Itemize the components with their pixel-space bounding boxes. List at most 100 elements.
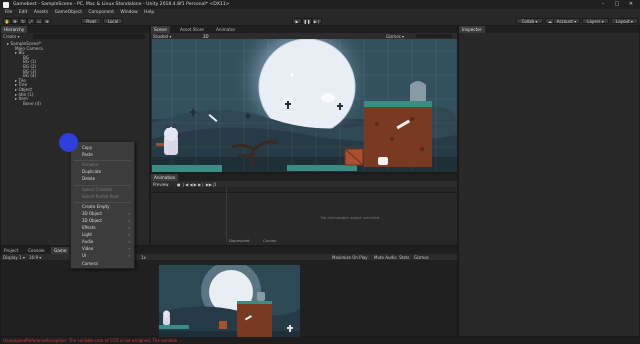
context-menu-item[interactable]: 2D Object [82,218,102,223]
context-menu: Copy Paste Rename Duplicate Delete Select Chi… [70,141,135,269]
play-button[interactable]: ▶ [292,17,302,24]
error-message[interactable]: UnassignedReferenceException: The variab… [3,338,182,343]
menu-help[interactable]: Help [144,9,154,16]
mouse-cursor-highlight [59,133,78,152]
tab-scene[interactable]: Scene [151,26,170,33]
aspect-dropdown[interactable]: 16:9 ▾ [29,255,41,260]
game-viewport[interactable] [159,265,300,338]
preview-toggle[interactable]: Preview [153,182,169,187]
tab-game[interactable]: Game [51,247,70,254]
gizmos-label: Gizmos [386,33,401,39]
mute-audio-toggle[interactable]: Mute Audio [374,255,397,260]
maximize-button[interactable]: □ [610,1,624,7]
game-panel: Project Console Game Display 1 ▾ 16:9 ▾ … [0,246,458,338]
layout-dropdown[interactable]: Layout ▾ [611,17,638,24]
submenu-arrow-icon: › [128,217,130,223]
display-dropdown[interactable]: Display 1 ▾ [3,255,25,260]
context-menu-item[interactable]: Create Empty [82,204,109,209]
context-menu-item[interactable]: Duplicate [82,169,101,174]
tab-project[interactable]: Project [1,247,21,254]
game-dirt-block [237,303,272,338]
scene-panel: Scene Asset Store Animator Shaded ▾ 2D G… [150,25,458,173]
tab-console[interactable]: Console [25,247,48,254]
2d-toggle[interactable]: 2D [203,34,209,39]
create-label: Create [3,34,17,39]
context-menu-item: Select Children [82,186,113,192]
tab-dopesheet[interactable]: Dopesheet [229,238,250,243]
game-player-character [163,310,170,325]
tab-curves[interactable]: Curves [263,238,276,243]
pause-button[interactable]: ❚❚ [302,17,312,24]
context-menu-item[interactable]: 3D Object [82,211,102,216]
animation-panel: Animation Preview ● ❘◀ ◀ ▶ ▶❘ ▶▶❘ 1 No a… [150,173,458,246]
hierarchy-item-label: Bone (4) [23,100,41,106]
context-menu-item[interactable]: Audio [82,239,93,244]
local-toggle[interactable]: Local [103,17,123,24]
menu-assets[interactable]: Assets [34,9,48,16]
context-menu-item[interactable]: Paste [82,152,93,157]
menu-file[interactable]: File [5,9,12,16]
hierarchy-tab-label: Hierarchy [4,27,25,32]
tab-animation[interactable]: Animation [151,174,179,181]
scale-tool-button[interactable]: ⤢ [27,17,35,24]
menu-gameobject[interactable]: GameObject [55,9,82,16]
transform-tool-button[interactable]: ⊕ [43,17,51,24]
tab-inspector[interactable]: Inspector [459,26,485,33]
rotate-tool-button[interactable]: ↻ [19,17,27,24]
scale-value[interactable]: 1x [141,255,146,260]
scene-viewport[interactable] [152,39,457,172]
aspect-label: 16:9 [29,254,38,260]
samples-field[interactable]: 1 [214,182,217,187]
tab-hierarchy[interactable]: Hierarchy [1,26,28,33]
stats-toggle[interactable]: Stats [399,255,409,260]
menu-window[interactable]: Window [120,9,137,16]
context-menu-item: Select Prefab Root [82,193,119,199]
menu-component[interactable]: Component [88,9,114,16]
hierarchy-item[interactable]: Bone (4) [23,101,41,106]
scene-tab-label: Scene [154,27,167,32]
layers-dropdown[interactable]: Layers ▾ [582,17,609,24]
gizmos-toggle[interactable]: Gizmos [414,255,429,260]
skull [378,157,388,165]
ground-platform-right [287,165,357,171]
context-menu-item[interactable]: Copy [82,145,92,150]
menu-bar: File Edit Assets GameObject Component Wi… [0,9,640,16]
display-label: Display 1 [3,254,22,260]
context-menu-item[interactable]: Delete [82,176,95,181]
gizmos-dropdown[interactable]: Gizmos ▾ [386,34,404,39]
create-dropdown[interactable]: Create ▾ [3,34,20,39]
hand-tool-button[interactable]: ✋ [3,17,11,24]
console-tab-label: Console [28,248,45,253]
project-tab-label: Project [4,248,19,253]
context-menu-item[interactable]: Effects [82,225,96,230]
maximize-on-play-toggle[interactable]: Maximize On Play [332,255,368,260]
context-menu-item[interactable]: Light [82,232,92,237]
pivot-toggle[interactable]: Pivot [81,17,101,24]
submenu-arrow-icon: › [128,253,130,259]
scene-search-input[interactable] [416,33,452,38]
animation-controls[interactable]: ● ❘◀ ◀ ▶ ▶❘ ▶▶❘ [177,182,215,187]
account-dropdown[interactable]: Account ▾ [553,17,580,24]
hierarchy-search-input[interactable] [33,34,145,39]
shading-dropdown[interactable]: Shaded ▾ [153,34,171,39]
rect-tool-button[interactable]: ▭ [35,17,43,24]
step-button[interactable]: ▶❘ [312,17,322,24]
timeline-ruler[interactable] [151,187,457,193]
close-button[interactable]: ✕ [624,1,638,7]
collab-label: Collab [521,18,535,24]
tab-animator[interactable]: Animator [213,26,238,33]
collab-dropdown[interactable]: Collab ▾ [516,17,543,24]
minimize-button[interactable]: – [596,1,610,7]
context-menu-item: Rename [82,162,99,168]
context-menu-item[interactable]: Video [82,246,93,251]
asset-store-tab-label: Asset Store [180,27,204,32]
menu-separator [74,184,131,186]
menu-edit[interactable]: Edit [19,9,28,16]
context-menu-item[interactable]: Camera [82,261,98,266]
menu-separator [74,201,131,203]
ground-platform-left [152,165,222,172]
move-tool-button[interactable]: ✥ [11,17,19,24]
inspector-panel: Inspector [458,25,640,337]
context-menu-item[interactable]: UI [82,253,86,258]
tab-asset-store[interactable]: Asset Store [177,26,207,33]
